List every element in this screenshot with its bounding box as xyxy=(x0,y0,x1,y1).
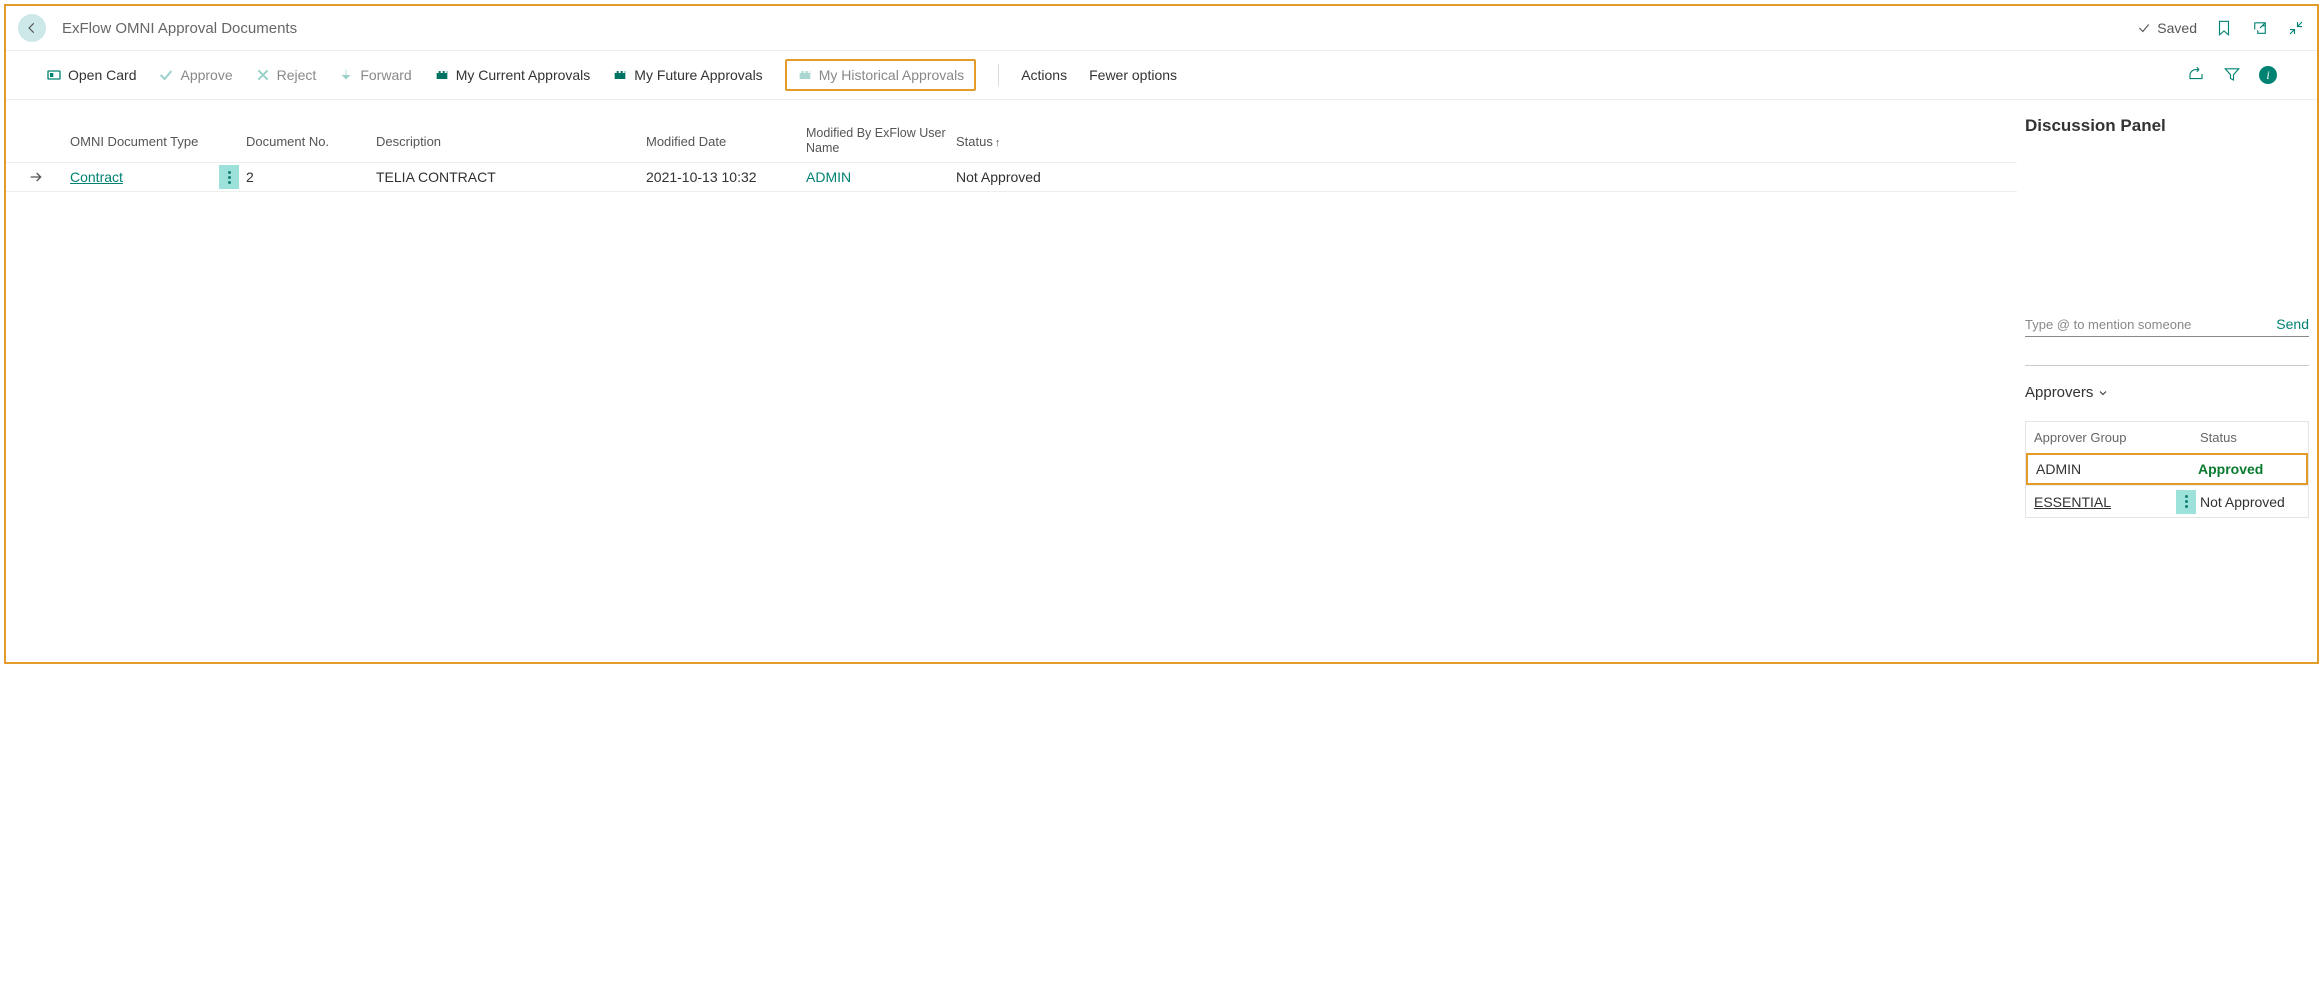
my-historical-approvals-button[interactable]: My Historical Approvals xyxy=(785,59,977,91)
cell-status: Not Approved xyxy=(952,169,1072,185)
saved-indicator: Saved xyxy=(2137,20,2197,36)
documents-grid: OMNI Document Type Document No. Descript… xyxy=(6,126,2017,192)
page-body: OMNI Document Type Document No. Descript… xyxy=(6,100,2317,664)
info-icon[interactable]: i xyxy=(2259,66,2277,84)
approver-row-menu[interactable] xyxy=(2176,490,2196,514)
filter-icon[interactable] xyxy=(2223,65,2241,86)
doc-type-link[interactable]: Contract xyxy=(70,169,123,185)
approver-menu-cell xyxy=(2172,490,2200,514)
approver-group-cell[interactable]: ESSENTIAL xyxy=(2034,494,2172,510)
approvers-section-toggle[interactable]: Approvers xyxy=(2025,384,2309,401)
approver-status-cell: Not Approved xyxy=(2200,494,2300,510)
arrow-down-icon xyxy=(338,67,354,83)
actions-label: Actions xyxy=(1021,67,1067,83)
vertical-dots-icon xyxy=(2185,495,2188,508)
cell-modified-by[interactable]: ADMIN xyxy=(802,169,952,185)
open-card-label: Open Card xyxy=(68,67,136,83)
col-modified-by[interactable]: Modified By ExFlow User Name xyxy=(802,126,952,156)
col-doc-no[interactable]: Document No. xyxy=(242,134,372,149)
side-panel: Discussion Panel Send Approvers Approver… xyxy=(2017,100,2317,664)
sort-asc-icon: ↑ xyxy=(995,137,1001,149)
saved-label: Saved xyxy=(2157,20,2197,36)
toolbar-right: i xyxy=(2187,65,2277,86)
x-icon xyxy=(255,67,271,83)
approvers-header: Approver Group Status xyxy=(2026,422,2308,453)
film-icon xyxy=(434,67,450,83)
col-status-label: Status xyxy=(956,134,993,149)
check-icon xyxy=(158,67,174,83)
approver-status-cell: Approved xyxy=(2198,461,2298,477)
approvers-col-group[interactable]: Approver Group xyxy=(2034,430,2172,445)
approvers-table: Approver Group Status ADMIN Approved ESS… xyxy=(2025,421,2309,518)
film-icon-muted xyxy=(797,67,813,83)
card-icon xyxy=(46,67,62,83)
my-future-approvals-button[interactable]: My Future Approvals xyxy=(612,67,762,83)
share-icon[interactable] xyxy=(2187,65,2205,86)
main-grid-area: OMNI Document Type Document No. Descript… xyxy=(6,100,2017,664)
approvers-row[interactable]: ESSENTIAL Not Approved xyxy=(2026,485,2308,517)
title-bar: ExFlow OMNI Approval Documents Saved xyxy=(6,6,2317,51)
grid-header: OMNI Document Type Document No. Descript… xyxy=(6,126,2017,162)
reject-label: Reject xyxy=(277,67,317,83)
forward-button[interactable]: Forward xyxy=(338,67,411,83)
reject-button[interactable]: Reject xyxy=(255,67,317,83)
approver-group-cell: ADMIN xyxy=(2036,461,2170,477)
col-modified-by-label: Modified By ExFlow User Name xyxy=(806,126,946,155)
approve-label: Approve xyxy=(180,67,232,83)
my-future-label: My Future Approvals xyxy=(634,67,762,83)
cell-doc-type[interactable]: Contract xyxy=(66,169,216,185)
film-icon xyxy=(612,67,628,83)
col-doc-type[interactable]: OMNI Document Type xyxy=(66,134,216,149)
approve-button[interactable]: Approve xyxy=(158,67,232,83)
title-bar-right: Saved xyxy=(2137,19,2305,37)
approvers-col-status[interactable]: Status xyxy=(2200,430,2300,445)
approvers-row[interactable]: ADMIN Approved xyxy=(2026,453,2308,485)
fewer-options-label: Fewer options xyxy=(1089,67,1177,83)
approver-group-link[interactable]: ESSENTIAL xyxy=(2034,494,2111,510)
toolbar-separator xyxy=(998,64,999,86)
my-historical-label: My Historical Approvals xyxy=(819,67,965,83)
user-link[interactable]: ADMIN xyxy=(806,169,851,185)
page-title: ExFlow OMNI Approval Documents xyxy=(62,20,297,37)
approvers-title-label: Approvers xyxy=(2025,384,2093,401)
discussion-input[interactable] xyxy=(2025,317,2268,332)
col-description[interactable]: Description xyxy=(372,134,642,149)
cell-modified-date: 2021-10-13 10:32 xyxy=(642,169,802,185)
fewer-options-button[interactable]: Fewer options xyxy=(1089,67,1177,83)
panel-divider xyxy=(2025,365,2309,366)
my-current-label: My Current Approvals xyxy=(456,67,591,83)
row-indicator xyxy=(6,169,66,185)
chevron-down-icon xyxy=(2097,387,2109,399)
collapse-icon[interactable] xyxy=(2287,19,2305,37)
cell-description: TELIA CONTRACT xyxy=(372,169,642,185)
action-toolbar: Open Card Approve Reject Forward My Curr… xyxy=(6,51,2317,100)
popout-icon[interactable] xyxy=(2251,19,2269,37)
approvers-col-menu xyxy=(2172,430,2200,445)
discussion-panel-title: Discussion Panel xyxy=(2025,116,2309,136)
discussion-send-button[interactable]: Send xyxy=(2276,316,2309,332)
discussion-input-row: Send xyxy=(2025,316,2309,337)
cell-rowmenu xyxy=(216,165,242,189)
col-status[interactable]: Status↑ xyxy=(952,134,1072,149)
row-actions-menu[interactable] xyxy=(219,165,239,189)
forward-label: Forward xyxy=(360,67,411,83)
col-modified-date[interactable]: Modified Date xyxy=(642,134,802,149)
page-frame: ExFlow OMNI Approval Documents Saved Ope… xyxy=(4,4,2319,664)
actions-menu[interactable]: Actions xyxy=(1021,67,1067,83)
my-current-approvals-button[interactable]: My Current Approvals xyxy=(434,67,591,83)
bookmark-icon[interactable] xyxy=(2215,19,2233,37)
table-row[interactable]: Contract 2 TELIA CONTRACT 2021-10-13 10:… xyxy=(6,162,2017,192)
cell-doc-no: 2 xyxy=(242,169,372,185)
open-card-button[interactable]: Open Card xyxy=(46,67,136,83)
vertical-dots-icon xyxy=(228,171,231,184)
back-button[interactable] xyxy=(18,14,46,42)
